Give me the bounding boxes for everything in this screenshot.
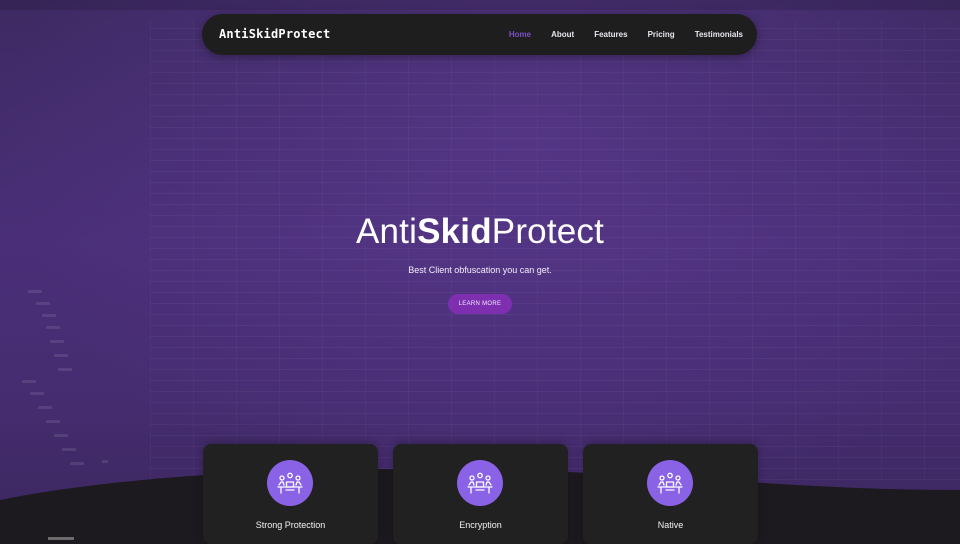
- hero-title: AntiSkidProtect: [0, 212, 960, 252]
- team-meeting-icon: [647, 460, 693, 506]
- nav-about[interactable]: About: [551, 30, 574, 39]
- team-meeting-icon: [457, 460, 503, 506]
- nav-links: Home About Features Pricing Testimonials: [489, 14, 743, 55]
- navbar: AntiSkidProtect Home About Features Pric…: [202, 14, 757, 55]
- nav-testimonials[interactable]: Testimonials: [695, 30, 743, 39]
- hero-title-part-protect: Protect: [491, 212, 605, 251]
- feature-card-encryption: Encryption: [393, 444, 568, 544]
- feature-title: Native: [657, 520, 684, 530]
- feature-card-strong-protection: Strong Protection: [203, 444, 378, 544]
- brand-logo[interactable]: AntiSkidProtect: [219, 27, 330, 41]
- feature-title: Strong Protection: [255, 520, 326, 530]
- learn-more-button[interactable]: LEARN MORE: [448, 294, 512, 314]
- background-toolbar-strip: [0, 0, 960, 10]
- feature-title: Encryption: [459, 520, 502, 530]
- nav-pricing[interactable]: Pricing: [648, 30, 675, 39]
- hero-subtitle: Best Client obfuscation you can get.: [408, 265, 552, 275]
- hero-title-part-skid: Skid: [417, 212, 492, 251]
- feature-card-native: Native: [583, 444, 758, 544]
- nav-features[interactable]: Features: [594, 30, 627, 39]
- nav-home[interactable]: Home: [509, 30, 531, 39]
- team-meeting-icon: [267, 460, 313, 506]
- hero-title-part-anti: Anti: [355, 212, 418, 251]
